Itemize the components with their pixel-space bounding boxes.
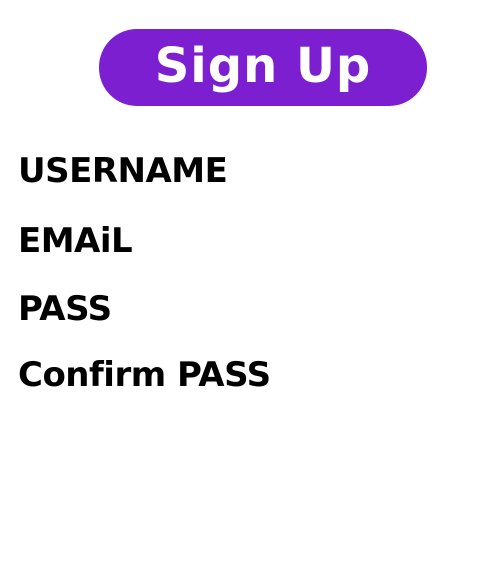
password-label: PASS: [18, 289, 112, 329]
username-label: USERNAME: [18, 151, 228, 191]
signup-header-banner: Sign Up: [99, 29, 427, 106]
email-label: EMAiL: [18, 221, 133, 261]
page-title: Sign Up: [154, 37, 372, 94]
confirm-password-label: Confirm PASS: [18, 355, 271, 395]
